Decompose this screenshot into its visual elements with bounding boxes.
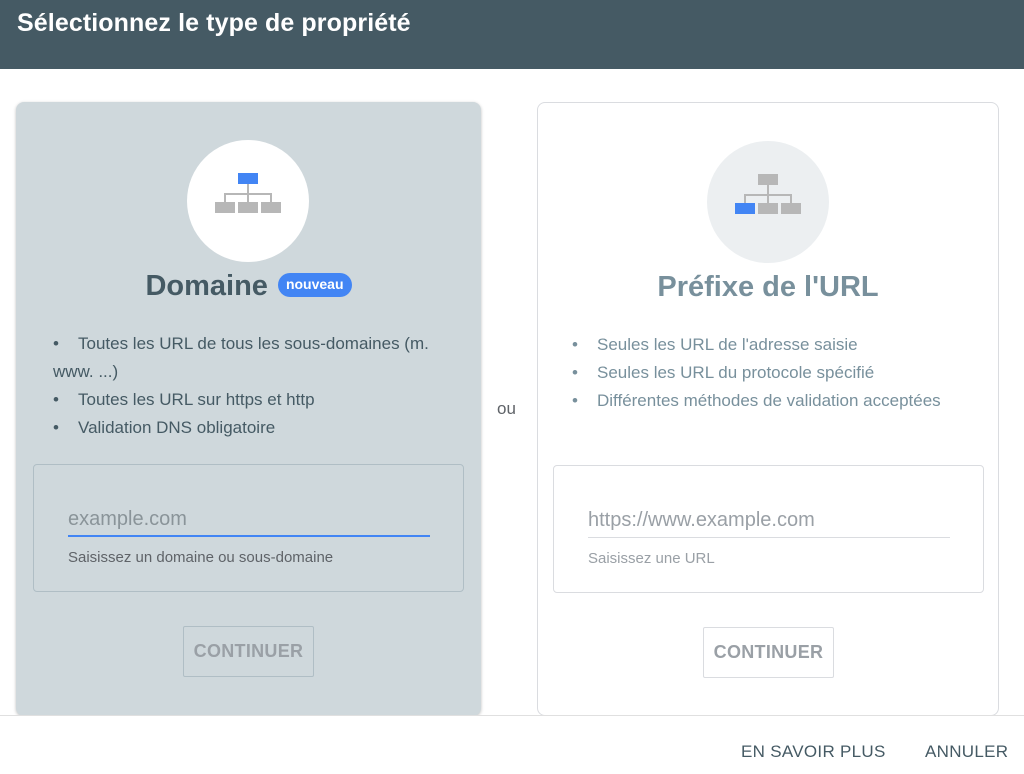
domain-continue-button[interactable]: CONTINUER bbox=[183, 626, 314, 677]
domain-icon-circle bbox=[187, 140, 309, 262]
url-helper-text: Saisissez une URL bbox=[588, 550, 715, 567]
new-badge: nouveau bbox=[277, 272, 352, 297]
dialog-title: Sélectionnez le type de propriété bbox=[17, 9, 411, 37]
dialog-header: Sélectionnez le type de propriété bbox=[0, 0, 1024, 69]
cancel-button[interactable]: ANNULER bbox=[925, 742, 1008, 762]
dialog-footer: EN SAVOIR PLUS ANNULER bbox=[0, 715, 1024, 774]
url-continue-button[interactable]: CONTINUER bbox=[703, 627, 834, 678]
url-input[interactable] bbox=[588, 504, 950, 538]
url-prefix-feature-list: • Seules les URL de l'adresse saisie • Seu… bbox=[572, 331, 972, 415]
list-item: • Validation DNS obligatoire bbox=[53, 418, 276, 437]
sitemap-icon bbox=[215, 173, 281, 213]
list-item: • Seules les URL de l'adresse saisie bbox=[572, 335, 858, 354]
learn-more-button[interactable]: EN SAVOIR PLUS bbox=[741, 742, 886, 762]
domain-card-title: Domaine nouveau bbox=[16, 270, 481, 303]
url-prefix-property-card[interactable]: Préfixe de l'URL • Seules les URL de l'ad… bbox=[537, 102, 999, 716]
domain-property-card[interactable]: Domaine nouveau • Toutes les URL de tous … bbox=[16, 102, 481, 716]
domain-title-text: Domaine bbox=[145, 270, 268, 302]
url-prefix-icon-circle bbox=[707, 141, 829, 263]
or-separator: ou bbox=[497, 399, 516, 418]
domain-input[interactable] bbox=[68, 503, 430, 537]
sitemap-icon bbox=[735, 174, 801, 214]
list-item: • Différentes méthodes de validation acce… bbox=[572, 391, 941, 410]
list-item: • Toutes les URL sur https et http bbox=[53, 390, 315, 409]
domain-feature-list: • Toutes les URL de tous les sous-domaine… bbox=[53, 330, 453, 442]
url-prefix-card-title: Préfixe de l'URL bbox=[657, 271, 879, 303]
url-input-box: Saisissez une URL bbox=[553, 465, 984, 593]
list-item: • Seules les URL du protocole spécifié bbox=[572, 363, 875, 382]
list-item: • Toutes les URL de tous les sous-domaine… bbox=[53, 334, 429, 381]
domain-helper-text: Saisissez un domaine ou sous-domaine bbox=[68, 549, 334, 566]
domain-input-box: Saisissez un domaine ou sous-domaine bbox=[33, 464, 464, 592]
